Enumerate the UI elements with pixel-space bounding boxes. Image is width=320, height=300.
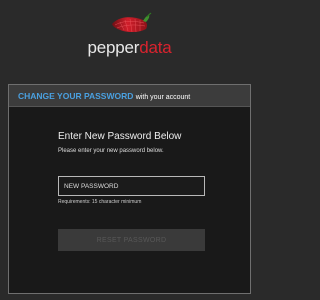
brand-wordmark: pepperdata xyxy=(0,38,259,58)
form-subheading: Please enter your new password below. xyxy=(58,148,164,154)
password-requirements: Requirements: 15 character minimum xyxy=(58,199,142,205)
pepper-logo-icon xyxy=(112,12,152,33)
change-password-card: CHANGE YOUR PASSWORD with your account E… xyxy=(8,84,251,294)
card-header: CHANGE YOUR PASSWORD with your account xyxy=(9,85,250,107)
brand-name-part1: pepper xyxy=(87,38,140,57)
form-heading: Enter New Password Below xyxy=(58,131,182,142)
brand-name-part2: data xyxy=(139,38,172,57)
card-title-accent: CHANGE YOUR PASSWORD xyxy=(18,91,134,101)
reset-password-button[interactable]: RESET PASSWORD xyxy=(58,229,205,251)
card-title-rest: with your account xyxy=(135,94,191,101)
card-title: CHANGE YOUR PASSWORD with your account xyxy=(18,91,190,103)
app-header: pepperdata xyxy=(0,0,259,74)
new-password-input[interactable] xyxy=(58,176,205,196)
